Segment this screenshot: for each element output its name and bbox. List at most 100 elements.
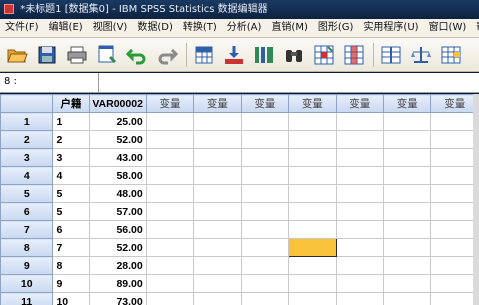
empty-cell[interactable] (335, 238, 385, 257)
empty-cell[interactable] (430, 256, 479, 275)
cell-var00002[interactable]: 48.00 (88, 184, 147, 203)
menu-window[interactable]: 窗口(W) (424, 19, 472, 37)
goto-variable-icon[interactable] (223, 44, 245, 66)
empty-cell[interactable] (145, 112, 195, 131)
empty-cell[interactable] (240, 220, 290, 239)
empty-cell[interactable] (288, 184, 337, 203)
empty-cell[interactable] (193, 166, 242, 185)
empty-cell[interactable] (288, 220, 337, 239)
cell-huji[interactable]: 8 (52, 256, 90, 275)
empty-cell[interactable] (430, 166, 479, 185)
cell-huji[interactable]: 2 (52, 130, 90, 149)
empty-cell[interactable] (382, 130, 432, 149)
empty-cell[interactable] (240, 292, 290, 305)
recall-dialog-icon[interactable] (96, 44, 118, 66)
empty-cell[interactable] (382, 202, 432, 221)
row-header[interactable]: 7 (0, 220, 54, 239)
empty-cell[interactable] (335, 202, 385, 221)
cell-huji[interactable]: 4 (52, 166, 90, 185)
empty-cell[interactable] (240, 238, 290, 257)
cell-huji[interactable]: 5 (52, 184, 90, 203)
empty-cell[interactable] (193, 238, 242, 257)
empty-cell[interactable] (145, 166, 195, 185)
menu-utilities[interactable]: 实用程序(U) (358, 19, 423, 37)
row-header[interactable]: 9 (0, 256, 54, 275)
row-header[interactable]: 8 (0, 238, 54, 257)
menu-edit[interactable]: 编辑(E) (44, 19, 88, 37)
empty-cell[interactable] (335, 292, 385, 305)
row-header[interactable]: 11 (0, 292, 54, 305)
print-icon[interactable] (66, 44, 88, 66)
column-header-empty[interactable]: 变量 (335, 94, 385, 113)
menu-data[interactable]: 数据(D) (132, 19, 178, 37)
menu-file[interactable]: 文件(F) (0, 19, 44, 37)
column-header-empty[interactable]: 变量 (288, 94, 337, 113)
cell-var00002[interactable]: 43.00 (88, 148, 147, 167)
empty-cell[interactable] (382, 184, 432, 203)
empty-cell[interactable] (335, 256, 385, 275)
row-header[interactable]: 1 (0, 112, 54, 131)
empty-cell[interactable] (430, 274, 479, 293)
empty-cell[interactable] (335, 274, 385, 293)
empty-cell[interactable] (430, 238, 479, 257)
empty-cell[interactable] (430, 130, 479, 149)
cell-huji[interactable]: 6 (52, 220, 90, 239)
cell-huji[interactable]: 1 (52, 112, 90, 131)
empty-cell[interactable] (288, 256, 337, 275)
menu-view[interactable]: 视图(V) (88, 19, 133, 37)
empty-cell[interactable] (193, 112, 242, 131)
column-header-empty[interactable]: 变量 (430, 94, 479, 113)
empty-cell[interactable] (145, 130, 195, 149)
empty-cell[interactable] (335, 220, 385, 239)
cell-var00002[interactable]: 73.00 (88, 292, 147, 305)
goto-case-icon[interactable] (193, 44, 215, 66)
empty-cell[interactable] (288, 274, 337, 293)
empty-cell[interactable] (382, 274, 432, 293)
select-cases-icon[interactable] (440, 44, 462, 66)
empty-cell[interactable] (430, 202, 479, 221)
empty-cell[interactable] (382, 256, 432, 275)
column-header-empty[interactable]: 变量 (382, 94, 432, 113)
split-file-icon[interactable] (380, 44, 402, 66)
redo-icon[interactable] (156, 44, 178, 66)
cell-var00002[interactable]: 28.00 (88, 256, 147, 275)
row-header[interactable]: 3 (0, 148, 54, 167)
cell-var00002[interactable]: 58.00 (88, 166, 147, 185)
cell-var00002[interactable]: 56.00 (88, 220, 147, 239)
cell-huji[interactable]: 3 (52, 148, 90, 167)
empty-cell[interactable] (193, 292, 242, 305)
grid-corner[interactable] (0, 94, 54, 113)
empty-cell[interactable] (145, 148, 195, 167)
empty-cell[interactable] (193, 202, 242, 221)
empty-cell[interactable] (288, 112, 337, 131)
empty-cell[interactable] (193, 148, 242, 167)
empty-cell[interactable] (382, 238, 432, 257)
empty-cell[interactable] (382, 112, 432, 131)
open-folder-icon[interactable] (6, 44, 28, 66)
column-header-empty[interactable]: 变量 (193, 94, 242, 113)
empty-cell[interactable] (335, 112, 385, 131)
menu-analyze[interactable]: 分析(A) (222, 19, 267, 37)
empty-cell[interactable] (240, 166, 290, 185)
empty-cell[interactable] (288, 130, 337, 149)
cell-huji[interactable]: 7 (52, 238, 90, 257)
empty-cell[interactable] (288, 292, 337, 305)
cell-var00002[interactable]: 52.00 (88, 130, 147, 149)
empty-cell[interactable] (145, 184, 195, 203)
weight-cases-icon[interactable] (410, 44, 432, 66)
empty-cell[interactable] (288, 166, 337, 185)
empty-cell[interactable] (288, 148, 337, 167)
empty-cell[interactable] (193, 274, 242, 293)
variables-icon[interactable] (253, 44, 275, 66)
empty-cell[interactable] (193, 220, 242, 239)
cell-var00002[interactable]: 25.00 (88, 112, 147, 131)
cell-huji[interactable]: 5 (52, 202, 90, 221)
empty-cell[interactable] (335, 166, 385, 185)
find-icon[interactable] (283, 44, 305, 66)
empty-cell[interactable] (193, 256, 242, 275)
vertical-scrollbar[interactable] (473, 94, 479, 305)
empty-cell[interactable] (335, 130, 385, 149)
empty-cell[interactable] (145, 292, 195, 305)
empty-cell[interactable] (145, 220, 195, 239)
empty-cell[interactable] (240, 274, 290, 293)
